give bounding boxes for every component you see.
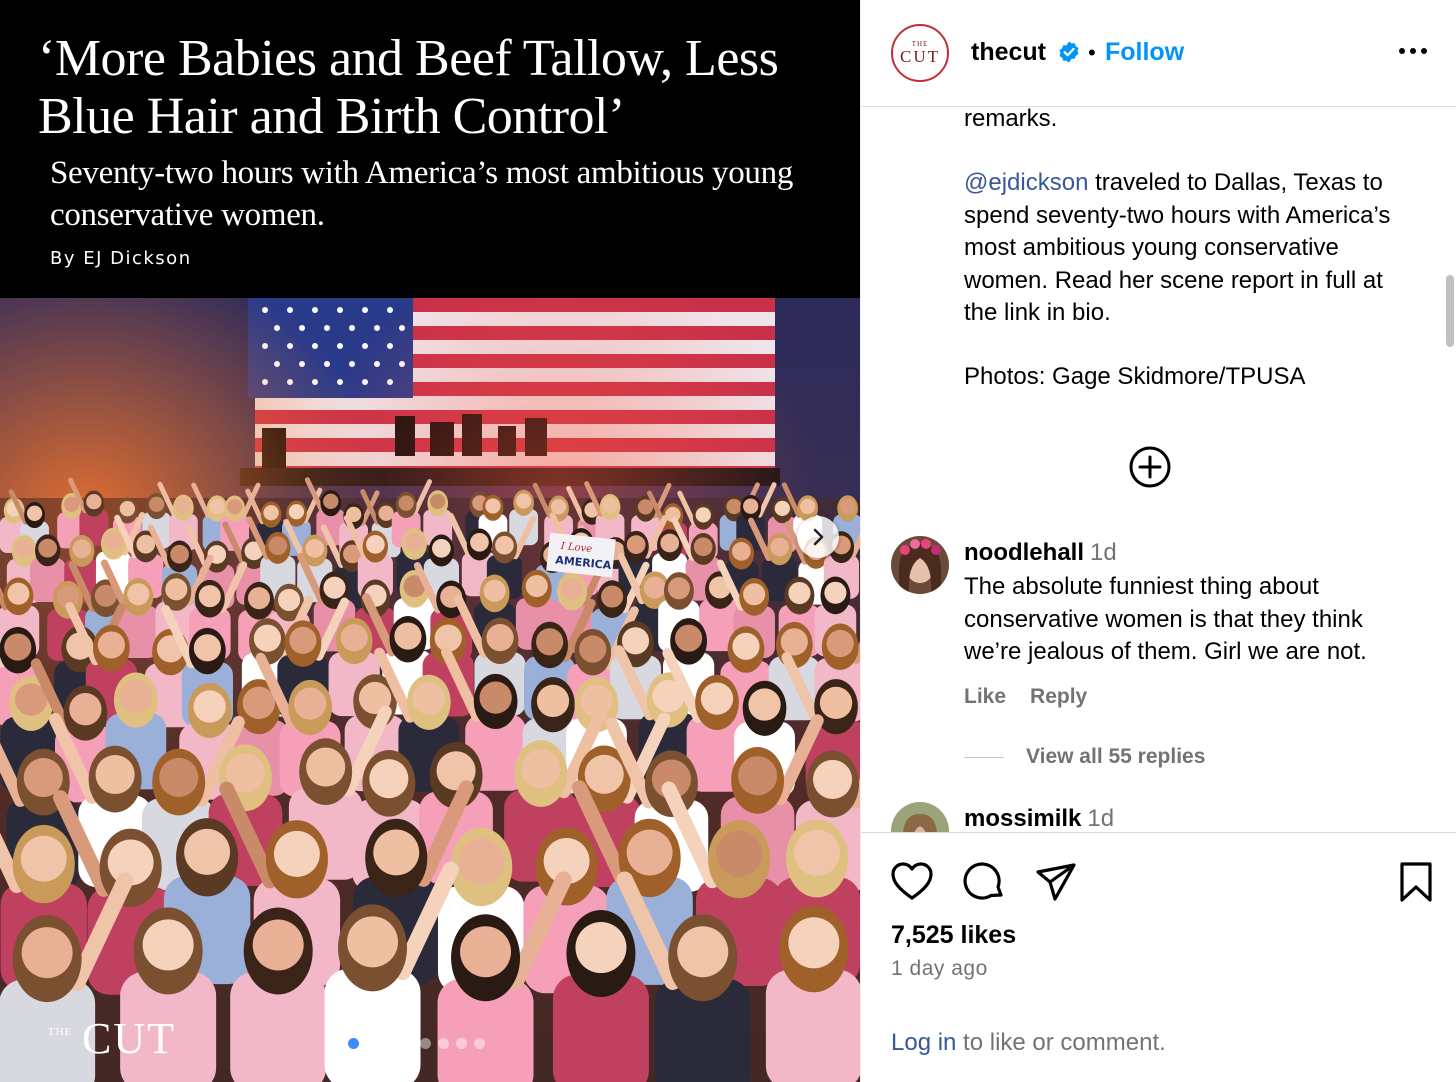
comment-username[interactable]: noodlehall 1d [964,539,1117,567]
login-link[interactable]: Log in [891,1029,956,1056]
comments-section[interactable]: remarks. @ejdickson traveled to Dallas, … [861,107,1456,832]
article-headline: ‘More Babies and Beef Tallow, Less Blue … [38,30,779,145]
post-actions: 7,525 likes 1 day ago Log in to like or … [861,832,1456,1082]
mention-link[interactable]: @ejdickson [964,169,1088,196]
account-username[interactable]: thecut [971,38,1046,67]
more-options-icon [1399,48,1427,54]
likes-count[interactable]: 7,525 likes [891,921,1016,950]
caption-body: @ejdickson traveled to Dallas, Texas to … [964,167,1414,330]
post-media: ‘More Babies and Beef Tallow, Less Blue … [0,0,860,1082]
view-replies-button[interactable]: View all 55 replies [964,745,1205,769]
follow-button[interactable]: Follow [1105,38,1184,67]
replies-divider [964,756,1004,758]
chevron-right-icon [813,528,824,546]
carousel-dot[interactable] [456,1038,467,1049]
carousel-dot[interactable] [348,1038,359,1049]
post-timestamp: 1 day ago [891,957,988,980]
comment-text: The absolute funniest thing about conser… [964,573,1367,665]
heart-icon[interactable] [889,859,935,905]
separator-dot: • [1088,40,1096,65]
carousel-dot[interactable] [438,1038,449,1049]
verified-badge-icon [1059,41,1079,63]
comment-like-button[interactable]: Like [964,685,1006,709]
comment-username[interactable]: mossimilk 1d [964,805,1114,832]
share-icon[interactable] [1033,859,1079,905]
page-scrollbar[interactable] [1446,275,1454,347]
login-prompt-text: to like or comment. [956,1029,1166,1056]
carousel-dot[interactable] [402,1038,413,1049]
watermark-the: THE [48,1026,73,1038]
avatar-cut: CUT [900,47,940,66]
post-header: THE CUT thecut • Follow [861,0,1456,107]
caption-credit: Photos: Gage Skidmore/TPUSA [964,363,1306,390]
carousel-dot[interactable] [420,1038,431,1049]
comment-username-text[interactable]: mossimilk [964,805,1081,832]
more-options-button[interactable] [1393,36,1433,66]
view-replies-label[interactable]: View all 55 replies [1026,745,1205,769]
carousel-dot[interactable] [474,1038,485,1049]
caption-remarks: remarks. [964,107,1058,132]
comment-username-text[interactable]: noodlehall [964,539,1084,566]
account-avatar[interactable]: THE CUT [891,24,949,82]
comment-actions: Like Reply [964,685,1087,709]
article-byline: By EJ Dickson [50,248,192,269]
crowd-photo: I Love AMERICA [0,298,860,1082]
carousel-dot[interactable] [384,1038,395,1049]
watermark-cut: CUT [82,1014,176,1063]
article-subheadline: Seventy-two hours with America’s most am… [50,155,794,233]
love-america-sign: I Love AMERICA [546,532,616,578]
post-sidebar: THE CUT thecut • Follow remarks. @ejdick… [860,0,1456,1082]
comment-time: 1d [1087,805,1115,832]
login-prompt: Log in to like or comment. [891,1029,1166,1057]
comment-avatar-noodlehall[interactable] [891,536,949,594]
comment-time: 1d [1090,539,1117,566]
next-slide-button[interactable] [797,516,839,558]
comment-reply-button[interactable]: Reply [1030,685,1087,709]
comment-avatar-mossimilk[interactable] [891,802,949,832]
carousel-indicator [348,1038,485,1049]
comment-icon[interactable] [961,859,1007,905]
load-more-comments-icon[interactable] [1128,445,1172,489]
bookmark-icon[interactable] [1393,859,1439,905]
carousel-dot[interactable] [366,1038,377,1049]
article-header: ‘More Babies and Beef Tallow, Less Blue … [0,0,860,298]
